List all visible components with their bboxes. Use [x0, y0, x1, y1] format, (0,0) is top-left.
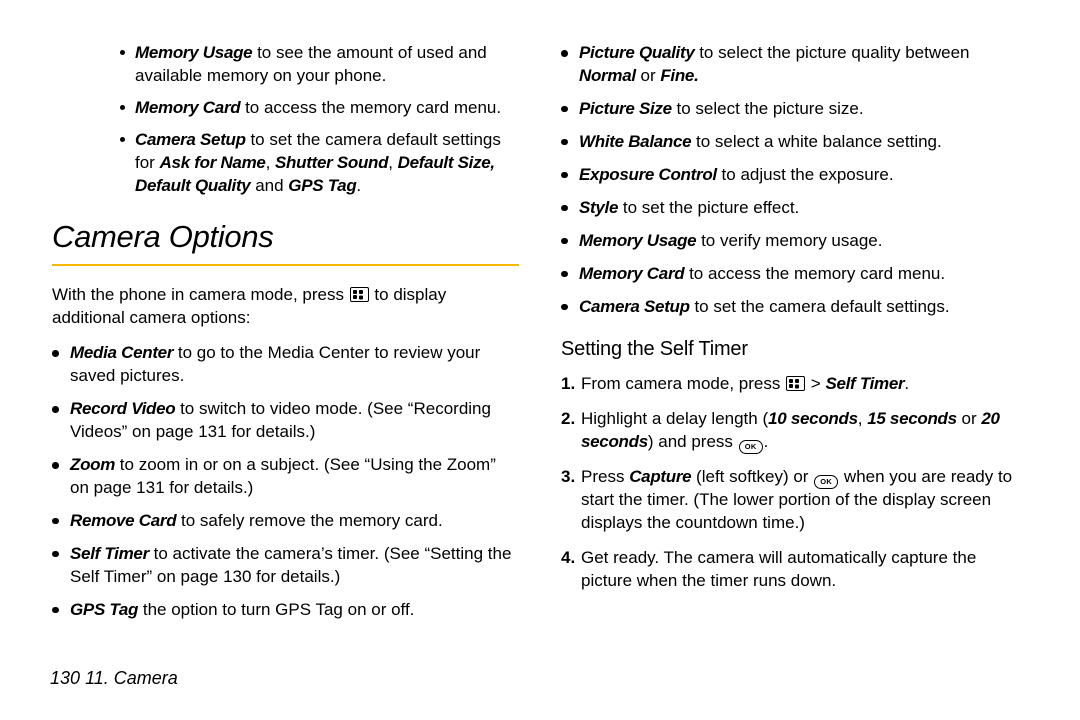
opt: Capture [629, 467, 691, 486]
term: Memory Usage [135, 43, 252, 62]
text: Get ready. The camera will automatically… [581, 548, 976, 590]
menu-icon [350, 287, 369, 302]
text: to select a white balance setting. [691, 132, 941, 151]
chapter-label: 11. Camera [85, 668, 178, 688]
text: ) and press [648, 432, 738, 451]
page-number: 130 [50, 668, 80, 688]
sub-heading: Setting the Self Timer [561, 336, 1028, 363]
opt: Self Timer [825, 374, 904, 393]
list-item: Media Center to go to the Media Center t… [52, 342, 519, 388]
term: Exposure Control [579, 165, 717, 184]
text: to set the picture effect. [618, 198, 799, 217]
step-item: Highlight a delay length (10 seconds, 15… [561, 408, 1028, 454]
list-item: Camera Setup to set the camera default s… [561, 296, 1028, 319]
text: With the phone in camera mode, press [52, 285, 349, 304]
page-footer: 130 11. Camera [50, 666, 178, 690]
continued-list: Memory Usage to see the amount of used a… [120, 42, 519, 198]
step-item: Press Capture (left softkey) or OK when … [561, 466, 1028, 535]
list-item: Record Video to switch to video mode. (S… [52, 398, 519, 444]
term: Picture Quality [579, 43, 694, 62]
text: to access the memory card menu. [684, 264, 945, 283]
opt: 15 seconds [867, 409, 957, 428]
text: to verify memory usage. [696, 231, 882, 250]
opt: 10 seconds [768, 409, 858, 428]
list-item: Self Timer to activate the camera’s time… [52, 543, 519, 589]
list-item: Style to set the picture effect. [561, 197, 1028, 220]
term: Picture Size [579, 99, 672, 118]
list-item: Camera Setup to set the camera default s… [120, 129, 519, 198]
text: to zoom in or on a subject. (See “Using … [70, 455, 496, 497]
text: . [356, 176, 361, 195]
term: Camera Setup [579, 297, 690, 316]
term: Record Video [70, 399, 175, 418]
list-item: Picture Quality to select the picture qu… [561, 42, 1028, 88]
text: Highlight a delay length ( [581, 409, 768, 428]
list-item: Picture Size to select the picture size. [561, 98, 1028, 121]
opt: Shutter Sound [275, 153, 388, 172]
text: the option to turn GPS Tag on or off. [138, 600, 414, 619]
step-item: From camera mode, press > Self Timer. [561, 373, 1028, 396]
left-column: Memory Usage to see the amount of used a… [52, 42, 519, 632]
text: Press [581, 467, 629, 486]
text: or [636, 66, 661, 85]
text: > [806, 374, 825, 393]
term: Media Center [70, 343, 173, 362]
text: . [904, 374, 909, 393]
text: . [764, 432, 769, 451]
text: or [957, 409, 982, 428]
list-item: Memory Card to access the memory card me… [120, 97, 519, 120]
steps-list: From camera mode, press > Self Timer. Hi… [561, 373, 1028, 593]
list-item: Memory Usage to see the amount of used a… [120, 42, 519, 88]
right-column: Picture Quality to select the picture qu… [561, 42, 1028, 632]
term: Memory Usage [579, 231, 696, 250]
opt: Fine. [660, 66, 698, 85]
term: Memory Card [579, 264, 684, 283]
text: to adjust the exposure. [717, 165, 894, 184]
text: and [250, 176, 288, 195]
term: Style [579, 198, 618, 217]
list-item: Memory Card to access the memory card me… [561, 263, 1028, 286]
text: to select the picture quality between [694, 43, 969, 62]
text: (left softkey) or [691, 467, 813, 486]
options-list-right: Picture Quality to select the picture qu… [561, 42, 1028, 318]
text: to safely remove the memory card. [176, 511, 442, 530]
opt: GPS Tag [288, 176, 356, 195]
term: Remove Card [70, 511, 176, 530]
section-heading: Camera Options [52, 216, 519, 267]
opt: Normal [579, 66, 636, 85]
term: Camera Setup [135, 130, 246, 149]
text: , [388, 153, 397, 172]
text: , [858, 409, 867, 428]
text: to set the camera default settings. [690, 297, 950, 316]
list-item: Memory Usage to verify memory usage. [561, 230, 1028, 253]
options-list: Media Center to go to the Media Center t… [52, 342, 519, 621]
term: GPS Tag [70, 600, 138, 619]
text: From camera mode, press [581, 374, 785, 393]
ok-icon: OK [814, 475, 838, 489]
list-item: Exposure Control to adjust the exposure. [561, 164, 1028, 187]
intro-paragraph: With the phone in camera mode, press to … [52, 284, 519, 330]
opt: Ask for Name [160, 153, 266, 172]
term: Zoom [70, 455, 115, 474]
list-item: GPS Tag the option to turn GPS Tag on or… [52, 599, 519, 622]
list-item: Remove Card to safely remove the memory … [52, 510, 519, 533]
step-item: Get ready. The camera will automatically… [561, 547, 1028, 593]
text: , [266, 153, 275, 172]
list-item: White Balance to select a white balance … [561, 131, 1028, 154]
term: Memory Card [135, 98, 240, 117]
ok-icon: OK [739, 440, 763, 454]
menu-icon [786, 376, 805, 391]
page-body: Memory Usage to see the amount of used a… [0, 0, 1080, 632]
text: to access the memory card menu. [240, 98, 501, 117]
text: to select the picture size. [672, 99, 864, 118]
term: Self Timer [70, 544, 149, 563]
opt: Default Quality [135, 176, 250, 195]
opt: Default Size, [398, 153, 495, 172]
list-item: Zoom to zoom in or on a subject. (See “U… [52, 454, 519, 500]
term: White Balance [579, 132, 691, 151]
